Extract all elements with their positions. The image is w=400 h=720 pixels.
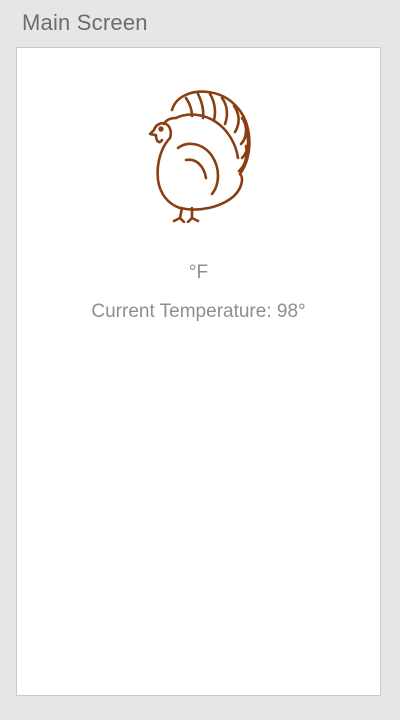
turkey-icon (148, 90, 251, 223)
current-temperature-label: Current Temperature: (91, 301, 272, 322)
current-temperature: Current Temperature: 98° (17, 301, 380, 323)
screen-title: Main Screen (22, 10, 148, 35)
main-screen-card: °F Current Temperature: 98° (16, 47, 381, 696)
temperature-unit-label[interactable]: °F (17, 262, 380, 284)
current-temperature-value: 98° (276, 301, 306, 322)
